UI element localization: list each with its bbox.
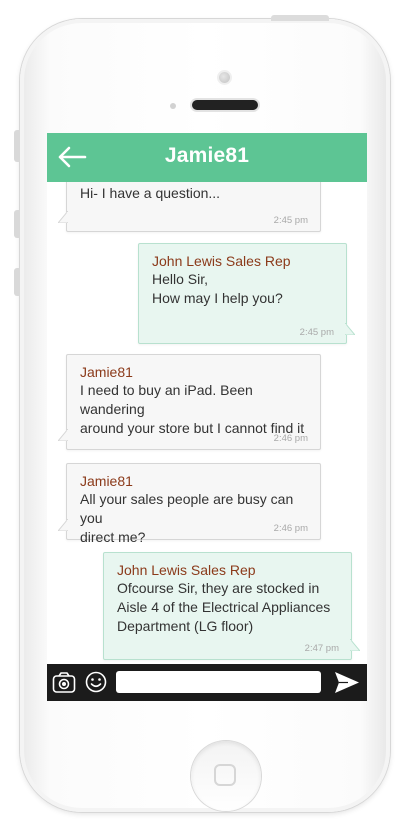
bubble-tail	[58, 519, 68, 531]
message-text: Hello Sir, How may I help you?	[152, 270, 334, 308]
chat-title: Jamie81	[164, 144, 250, 167]
volume-down-button	[14, 268, 20, 296]
message-sender: John Lewis Sales Rep	[152, 253, 291, 269]
message-composer	[47, 664, 367, 701]
chat-header: Jamie81	[47, 133, 367, 182]
message-time: 2:47 pm	[304, 643, 339, 654]
message-line: How may I help you?	[152, 290, 283, 306]
message-text: I need to buy an iPad. Been wandering ar…	[80, 381, 308, 438]
power-button	[271, 15, 329, 21]
earpiece-speaker	[192, 100, 258, 110]
send-icon[interactable]	[334, 671, 360, 694]
message-sender: Jamie81	[80, 473, 133, 489]
message-list[interactable]: Hi- I have a question... 2:45 pm John Le…	[47, 182, 367, 664]
message-line: Aisle 4 of the Electrical Appliances	[117, 599, 331, 615]
home-square-icon	[214, 764, 236, 786]
message-bubble-outgoing: John Lewis Sales Rep Ofcourse Sir, they …	[103, 552, 360, 660]
message-bubble-outgoing: John Lewis Sales Rep Hello Sir, How may …	[138, 243, 355, 344]
volume-up-button	[14, 210, 20, 238]
message-input[interactable]	[116, 671, 321, 693]
message-time: 2:46 pm	[273, 523, 308, 534]
message-time: 2:45 pm	[299, 327, 334, 338]
message-line: I need to buy an iPad. Been wandering	[80, 382, 253, 417]
phone-screen: Jamie81 Hi- I have a question... 2:45 pm…	[47, 133, 367, 701]
message-time: 2:45 pm	[273, 215, 308, 226]
camera-icon[interactable]	[52, 671, 76, 694]
message-text: Hi- I have a question...	[80, 182, 308, 203]
message-time: 2:46 pm	[273, 433, 308, 444]
message-sender: Jamie81	[80, 364, 133, 380]
message-text: All your sales people are busy can you d…	[80, 490, 308, 547]
bubble-tail	[58, 211, 68, 223]
home-button[interactable]	[191, 741, 261, 811]
message-line: Ofcourse Sir, they are stocked in	[117, 580, 320, 596]
message-bubble-incoming: Jamie81 All your sales people are busy c…	[58, 463, 321, 545]
front-camera	[219, 72, 230, 83]
message-line: Hi- I have a question...	[80, 185, 221, 201]
message-line: Hello Sir,	[152, 271, 209, 287]
bubble-tail	[345, 323, 355, 335]
bubble-tail	[350, 639, 360, 651]
message-line: Department (LG floor)	[117, 618, 254, 634]
bubble-tail	[58, 429, 68, 441]
proximity-sensor	[170, 103, 176, 109]
message-bubble-incoming: Hi- I have a question... 2:45 pm	[58, 182, 321, 232]
mute-switch	[14, 130, 20, 162]
message-text: Ofcourse Sir, they are stocked in Aisle …	[117, 579, 339, 636]
smiley-icon[interactable]	[85, 671, 107, 693]
message-bubble-incoming: Jamie81 I need to buy an iPad. Been wand…	[58, 354, 321, 450]
message-sender: John Lewis Sales Rep	[117, 562, 256, 578]
